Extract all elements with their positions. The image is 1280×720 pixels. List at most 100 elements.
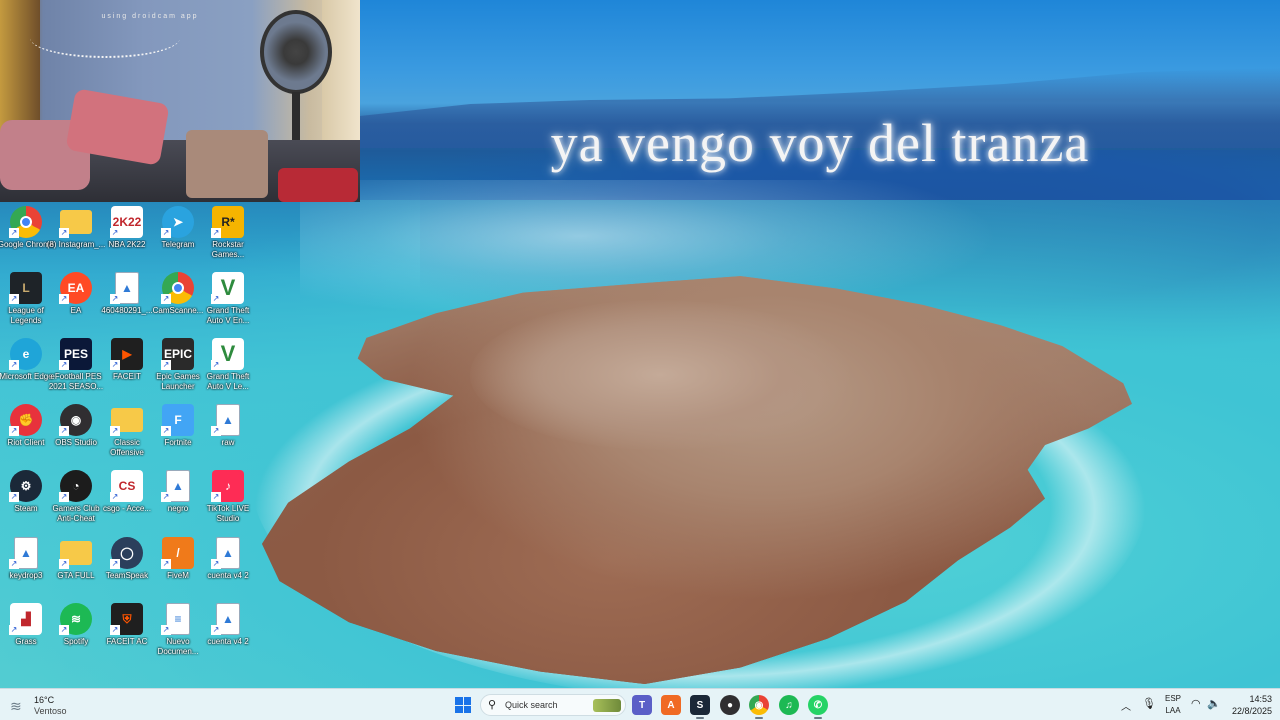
search-placeholder: Quick search [505, 700, 558, 710]
desktop-icon[interactable]: ▲ ↗ cuenta v4 2 [202, 533, 254, 595]
shortcut-arrow-icon: ↗ [9, 228, 19, 238]
shortcut-arrow-icon: ↗ [110, 294, 120, 304]
desktop-icon[interactable]: V ↗ Grand Theft Auto V En... [202, 268, 254, 330]
shortcut-arrow-icon: ↗ [59, 228, 69, 238]
taskbar-app-chrome[interactable]: ◉ [749, 695, 769, 715]
desktop-icon[interactable]: PES ↗ eFootball PES 2021 SEASO... [49, 334, 103, 396]
shortcut-arrow-icon: ↗ [211, 228, 221, 238]
taskbar-clock[interactable]: 14:53 22/8/2025 [1222, 693, 1272, 717]
shortcut-arrow-icon: ↗ [9, 492, 19, 502]
desktop-icon[interactable]: ◔ ↗ Gamers Club Anti-Cheat [50, 466, 102, 528]
taskbar-app-spotify[interactable]: ♫ [779, 695, 799, 715]
wifi-icon[interactable]: ◠ [1191, 697, 1201, 720]
shortcut-arrow-icon: ↗ [110, 625, 120, 635]
taskbar-app-teams[interactable]: T [632, 695, 652, 715]
desktop-icon-label: cuenta v4 2 [207, 571, 249, 580]
desktop-icon[interactable]: / ↗ FiveM [152, 533, 204, 595]
desktop-icon[interactable]: ▲ ↗ raw [202, 400, 254, 462]
shortcut-arrow-icon: ↗ [161, 492, 171, 502]
search-icon: ⚲ [488, 699, 497, 711]
desktop-icon[interactable]: ◉ ↗ OBS Studio [50, 400, 102, 462]
desktop-icon[interactable]: ⛨ ↗ FACEIT AC [101, 599, 153, 661]
shortcut-arrow-icon: ↗ [211, 426, 221, 436]
desktop-icon[interactable]: ↗ Google Chrome [0, 202, 54, 264]
desktop-icon[interactable]: ≋ ↗ Spotify [50, 599, 102, 661]
shortcut-arrow-icon: ↗ [9, 360, 19, 370]
desktop-icon[interactable]: ♪ ↗ TikTok LIVE Studio [202, 466, 254, 528]
start-button[interactable] [455, 697, 471, 713]
taskbar-app-whatsapp[interactable]: ✆ [808, 695, 828, 715]
shortcut-arrow-icon: ↗ [161, 228, 171, 238]
desktop-icon[interactable]: ◯ ↗ TeamSpeak [101, 533, 153, 595]
desktop-icon[interactable]: ⚙ ↗ Steam [0, 466, 52, 528]
teams-icon: T [638, 699, 646, 711]
language-bottom: LAA [1165, 706, 1181, 715]
windows-logo-icon [455, 697, 463, 705]
desktop-icon[interactable]: ↗ CamScanne... [152, 268, 204, 330]
desktop-icon[interactable]: ≡ ↗ Nuevo Documen... [152, 599, 204, 661]
desktop-icon[interactable]: ▲ ↗ negro [152, 466, 204, 528]
desktop-icon[interactable]: ↗ Classic Offensive [101, 400, 153, 462]
desktop-icon[interactable]: ▲ ↗ keydrop3 [0, 533, 52, 595]
shortcut-arrow-icon: ↗ [211, 625, 221, 635]
spotify-icon: ♫ [785, 699, 793, 711]
desktop-icon[interactable]: ▲ ↗ 460480291_... [101, 268, 153, 330]
shortcut-arrow-icon: ↗ [161, 559, 171, 569]
speaker-icon[interactable]: 🔈 [1207, 697, 1221, 720]
desktop-icon[interactable]: ↗ GTA FULL [50, 533, 102, 595]
desktop-icon[interactable]: e ↗ Microsoft Edge [0, 334, 53, 396]
wallpaper-plateau [470, 300, 850, 450]
desktop-icon[interactable]: F ↗ Fortnite [152, 400, 204, 462]
desktop-icon[interactable]: EA ↗ EA [50, 268, 102, 330]
shortcut-arrow-icon: ↗ [59, 559, 69, 569]
desktop-icon-label: Grand Theft Auto V En... [206, 306, 250, 325]
microphone-icon[interactable]: 🎙 [1142, 697, 1156, 720]
taskbar: ≋ 16°C Ventoso ⚲ Quick search T A S ● ◉ ♫ ✆ ︿ … [0, 688, 1280, 720]
taskbar-search[interactable]: ⚲ Quick search [480, 694, 626, 716]
desktop-icon[interactable]: ▟ ↗ Grass [0, 599, 52, 661]
desktop-icon-label: cuenta v4 2 [207, 637, 249, 646]
shortcut-arrow-icon: ↗ [161, 625, 171, 635]
shortcut-arrow-icon: ↗ [59, 492, 69, 502]
shortcut-arrow-icon: ↗ [9, 559, 19, 569]
weather-condition: Ventoso [34, 706, 67, 716]
desktop-icon[interactable]: ▲ ↗ cuenta v4 2 [202, 599, 254, 661]
desktop-icon[interactable]: CS ↗ csgo - Acce... [101, 466, 153, 528]
webcam-string-lights [30, 18, 180, 58]
a-logo-icon: A [667, 699, 675, 711]
desktop-icon[interactable]: ✊ ↗ Riot Client [0, 400, 52, 462]
desktop-icon[interactable]: EPIC ↗ Epic Games Launcher [152, 334, 204, 396]
weather-temp: 16°C [34, 695, 55, 705]
desktop-icon[interactable]: V ↗ Grand Theft Auto V Le... [202, 334, 254, 396]
shortcut-arrow-icon: ↗ [59, 426, 69, 436]
desktop-icon[interactable]: ➤ ↗ Telegram [152, 202, 204, 264]
taskbar-app-obs[interactable]: ● [720, 695, 740, 715]
clock-time: 14:53 [1249, 694, 1272, 704]
desktop-icon[interactable]: 2K22 ↗ NBA 2K22 [101, 202, 153, 264]
desktop-icon[interactable]: ↗ (8) Instagram_... [47, 202, 105, 264]
shortcut-arrow-icon: ↗ [110, 492, 120, 502]
desktop-icon[interactable]: L ↗ League of Legends [0, 268, 52, 330]
shortcut-arrow-icon: ↗ [211, 492, 221, 502]
desktop-icon[interactable]: ▶ ↗ FACEIT [101, 334, 153, 396]
windows-logo-tile [463, 697, 471, 705]
chevron-up-icon[interactable]: ︿ [1121, 698, 1131, 720]
shortcut-arrow-icon: ↗ [110, 360, 120, 370]
shortcut-arrow-icon: ↗ [59, 294, 69, 304]
desktop-icon-label: Rockstar Games... [211, 240, 245, 259]
desktop-icon[interactable]: R* ↗ Rockstar Games... [202, 202, 254, 264]
shortcut-arrow-icon: ↗ [161, 294, 171, 304]
shortcut-arrow-icon: ↗ [211, 559, 221, 569]
taskbar-app-steam[interactable]: S [690, 695, 710, 715]
shortcut-arrow-icon: ↗ [211, 294, 221, 304]
webcam-fan [260, 10, 332, 94]
shortcut-arrow-icon: ↗ [59, 625, 69, 635]
shortcut-arrow-icon: ↗ [161, 360, 171, 370]
clock-date: 22/8/2025 [1231, 706, 1272, 716]
chrome-icon: ◉ [754, 699, 764, 711]
desktop-icon-label: Grand Theft Auto V Le... [206, 372, 250, 391]
language-indicator[interactable]: ESP LAA [1162, 693, 1184, 717]
obs-icon: ● [726, 699, 734, 711]
shortcut-arrow-icon: ↗ [211, 360, 221, 370]
taskbar-app-app-a[interactable]: A [661, 695, 681, 715]
